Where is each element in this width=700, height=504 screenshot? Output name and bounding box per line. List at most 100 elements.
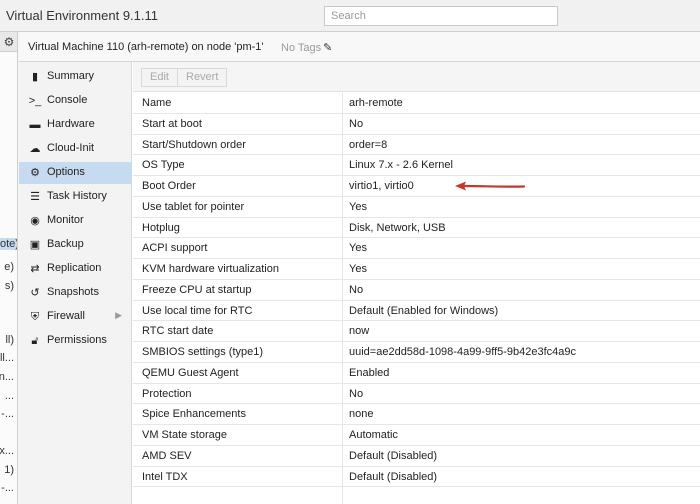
- history-icon: ↺: [30, 287, 40, 299]
- tree-item[interactable]: s): [5, 280, 14, 292]
- option-key: QEMU Guest Agent: [142, 366, 239, 379]
- gear-icon: ⚙: [30, 167, 40, 179]
- book-icon: ▮: [31, 71, 39, 83]
- nav-label: Replication: [47, 262, 102, 274]
- nav-item-firewall[interactable]: ⛨ Firewall ▶: [19, 306, 132, 328]
- gear-icon[interactable]: ⚙: [0, 32, 17, 52]
- option-row[interactable]: AMD SEV Default (Disabled): [133, 446, 700, 467]
- nav-label: Options: [47, 166, 85, 178]
- option-value: Yes: [349, 242, 367, 255]
- nav-item-replication[interactable]: ⇄ Replication: [19, 258, 132, 280]
- shield-icon: ⛨: [30, 311, 40, 323]
- cloud-icon: ☁: [29, 143, 41, 155]
- option-row[interactable]: Boot Order virtio1, virtio0: [133, 176, 700, 197]
- option-key: Intel TDX: [142, 470, 188, 483]
- option-row[interactable]: Protection No: [133, 384, 700, 405]
- option-row[interactable]: Hotplug Disk, Network, USB: [133, 218, 700, 239]
- nav-item-summary[interactable]: ▮ Summary: [19, 66, 132, 88]
- option-row[interactable]: VM State storage Automatic: [133, 425, 700, 446]
- option-key: KVM hardware virtualization: [142, 263, 279, 275]
- option-row[interactable]: Freeze CPU at startup No: [133, 280, 700, 301]
- option-key: Spice Enhancements: [142, 408, 246, 421]
- option-row[interactable]: Start/Shutdown order order=8: [133, 135, 700, 156]
- tree-item[interactable]: -...: [1, 408, 14, 420]
- nav-label: Snapshots: [47, 286, 99, 298]
- tags-label: No Tags: [281, 42, 322, 54]
- options-toolbar: Edit Revert: [133, 62, 700, 92]
- revert-button[interactable]: Revert: [177, 68, 228, 87]
- top-header: Virtual Environment 9.1.11 Search: [0, 0, 700, 32]
- option-row[interactable]: SMBIOS settings (type1) uuid=ae2dd58d-109…: [133, 342, 700, 363]
- nav-item-backup[interactable]: ▣ Backup: [19, 234, 132, 256]
- edit-button[interactable]: Edit: [141, 68, 178, 87]
- nav-item-monitor[interactable]: ◉ Monitor: [19, 210, 132, 232]
- option-value: Automatic: [349, 429, 398, 441]
- tree-item[interactable]: e): [4, 261, 14, 273]
- option-key: Use tablet for pointer: [142, 200, 245, 213]
- nav-label: Console: [47, 94, 88, 106]
- tree-item[interactable]: ote): [0, 238, 17, 250]
- option-row[interactable]: Spice Enhancements none: [133, 404, 700, 425]
- option-row[interactable]: Name arh-remote: [133, 93, 700, 114]
- search-input[interactable]: Search: [324, 6, 558, 26]
- tree-item[interactable]: ll...: [0, 352, 14, 364]
- nav-item-permissions[interactable]: 🔓︎ Permissions: [19, 330, 132, 352]
- app-title: Virtual Environment 9.1.11: [6, 8, 158, 23]
- option-key: Protection: [142, 387, 192, 400]
- nav-item-options[interactable]: ⚙ Options: [19, 162, 132, 184]
- option-value: No: [349, 387, 364, 400]
- tree-item[interactable]: x...: [0, 445, 14, 457]
- option-key: RTC start date: [142, 325, 214, 338]
- tree-item[interactable]: n...: [0, 371, 14, 383]
- option-value: Default (Disabled): [349, 470, 438, 483]
- option-row[interactable]: Use local time for RTC Default (Enabled f…: [133, 301, 700, 322]
- option-row[interactable]: Use tablet for pointer Yes: [133, 197, 700, 218]
- vm-header: Virtual Machine 110 (arh-remote) on node…: [19, 32, 700, 62]
- option-value: Linux 7.x - 2.6 Kernel: [349, 159, 453, 172]
- option-value: virtio1, virtio0: [349, 180, 414, 192]
- nav-label: Hardware: [47, 118, 95, 130]
- option-key: Name: [142, 97, 172, 109]
- nav-label: Monitor: [47, 214, 84, 226]
- option-row[interactable]: Intel TDX Default (Disabled): [133, 467, 700, 488]
- tree-item[interactable]: ...: [5, 390, 14, 402]
- desktop-icon: ▬: [29, 119, 41, 131]
- nav-item-cloud-init[interactable]: ☁ Cloud-Init: [19, 138, 132, 160]
- nav-label: Summary: [47, 70, 95, 82]
- option-key: VM State storage: [142, 429, 227, 441]
- option-key: ACPI support: [142, 242, 208, 255]
- nav-item-console[interactable]: >_ Console: [19, 90, 132, 112]
- floppy-icon: ▣: [29, 239, 41, 251]
- nav-label: Cloud-Init: [47, 142, 95, 154]
- option-row[interactable]: KVM hardware virtualization Yes: [133, 259, 700, 280]
- retweet-icon: ⇄: [30, 263, 40, 275]
- terminal-icon: >_: [28, 95, 42, 107]
- option-key: Freeze CPU at startup: [142, 283, 252, 296]
- nav-item-snapshots[interactable]: ↺ Snapshots: [19, 282, 132, 304]
- tree-item[interactable]: -...: [1, 482, 14, 494]
- option-value: Default (Disabled): [349, 449, 438, 462]
- options-grid: Name arh-remote Start at boot No Start/Shutd…: [133, 93, 700, 488]
- nav-item-hardware[interactable]: ▬ Hardware: [19, 114, 132, 136]
- option-key: SMBIOS settings (type1): [142, 346, 264, 358]
- tree-item[interactable]: ll): [5, 334, 14, 346]
- option-row[interactable]: OS Type Linux 7.x - 2.6 Kernel: [133, 155, 700, 176]
- chevron-right-icon: ▶: [115, 310, 122, 320]
- tree-item[interactable]: 1): [4, 464, 14, 476]
- pencil-icon[interactable]: ✎: [323, 42, 332, 54]
- nav-label: Task History: [47, 190, 107, 202]
- nav-label: Backup: [47, 238, 84, 250]
- option-value: now: [349, 325, 370, 338]
- list-icon: ☰: [30, 191, 40, 203]
- option-value: No: [349, 283, 364, 296]
- option-row[interactable]: Start at boot No: [133, 114, 700, 135]
- option-row[interactable]: RTC start date now: [133, 321, 700, 342]
- nav-item-task-history[interactable]: ☰ Task History: [19, 186, 132, 208]
- option-value: order=8: [349, 138, 388, 151]
- option-row[interactable]: ACPI support Yes: [133, 238, 700, 259]
- option-value: none: [349, 408, 374, 421]
- tags-area[interactable]: No Tags ✎: [281, 41, 332, 54]
- vm-title: Virtual Machine 110 (arh-remote) on node…: [28, 41, 264, 53]
- option-row[interactable]: QEMU Guest Agent Enabled: [133, 363, 700, 384]
- nav-label: Permissions: [47, 334, 107, 346]
